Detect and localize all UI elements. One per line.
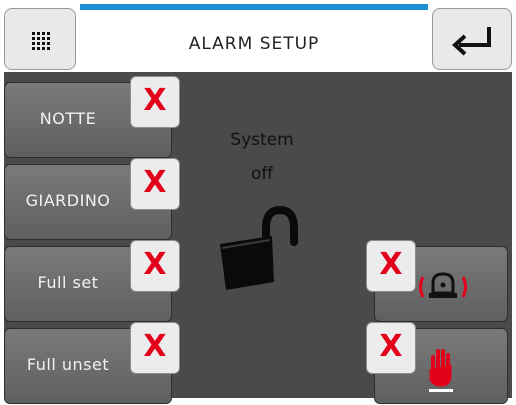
remove-stop-button[interactable]: X [366, 322, 416, 374]
menu-button[interactable] [4, 8, 76, 70]
remove-x-icon: X [143, 165, 167, 200]
remove-zone-notte-button[interactable]: X [130, 76, 180, 128]
remove-x-icon: X [379, 247, 403, 282]
remove-siren-button[interactable]: X [366, 240, 416, 292]
system-status-line1: System [230, 130, 294, 150]
remove-zone-giardino-button[interactable]: X [130, 158, 180, 210]
return-arrow-icon [452, 27, 491, 56]
zone-label: GIARDINO [25, 191, 111, 210]
remove-x-icon: X [143, 83, 167, 118]
back-button[interactable] [432, 8, 512, 70]
zone-label: NOTTE [39, 109, 97, 128]
grid-menu-icon [32, 32, 50, 50]
page-title: ALARM SETUP [188, 34, 320, 54]
zone-label: Full unset [26, 355, 110, 374]
remove-x-icon: X [379, 329, 403, 364]
unlocked-padlock-icon [220, 205, 298, 290]
remove-zone-full-set-button[interactable]: X [130, 240, 180, 292]
system-status-line2: off [250, 164, 274, 184]
title-bar: ALARM SETUP [80, 4, 428, 68]
remove-x-icon: X [143, 247, 167, 282]
alarm-setup-screen: ALARM SETUP NOTTE X GIARDINO X Full set … [0, 0, 516, 404]
zone-label: Full set [37, 273, 99, 292]
remove-x-icon: X [143, 329, 167, 364]
remove-zone-full-unset-button[interactable]: X [130, 322, 180, 374]
